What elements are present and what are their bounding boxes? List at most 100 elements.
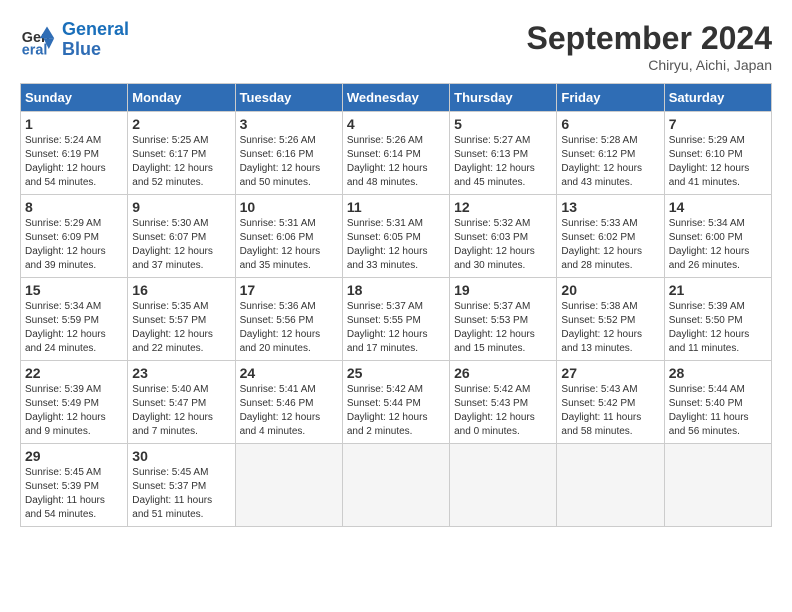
location-subtitle: Chiryu, Aichi, Japan — [527, 57, 772, 73]
day-header-tuesday: Tuesday — [235, 84, 342, 112]
day-number: 14 — [669, 199, 767, 215]
page-header: Gen eral General Blue September 2024 Chi… — [20, 20, 772, 73]
day-number: 16 — [132, 282, 230, 298]
day-info: Sunrise: 5:29 AMSunset: 6:09 PMDaylight:… — [25, 217, 123, 273]
day-number: 5 — [454, 116, 552, 132]
calendar-week-row: 29 Sunrise: 5:45 AMSunset: 5:39 PMDaylig… — [21, 444, 772, 527]
calendar-cell: 26 Sunrise: 5:42 AMSunset: 5:43 PMDaylig… — [450, 361, 557, 444]
calendar-week-row: 15 Sunrise: 5:34 AMSunset: 5:59 PMDaylig… — [21, 278, 772, 361]
month-title: September 2024 — [527, 20, 772, 57]
calendar-cell: 17 Sunrise: 5:36 AMSunset: 5:56 PMDaylig… — [235, 278, 342, 361]
day-info: Sunrise: 5:38 AMSunset: 5:52 PMDaylight:… — [561, 300, 659, 356]
logo-icon: Gen eral — [20, 22, 56, 58]
calendar-cell: 20 Sunrise: 5:38 AMSunset: 5:52 PMDaylig… — [557, 278, 664, 361]
day-info: Sunrise: 5:44 AMSunset: 5:40 PMDaylight:… — [669, 383, 767, 439]
day-info: Sunrise: 5:34 AMSunset: 5:59 PMDaylight:… — [25, 300, 123, 356]
day-info: Sunrise: 5:36 AMSunset: 5:56 PMDaylight:… — [240, 300, 338, 356]
day-number: 26 — [454, 365, 552, 381]
day-info: Sunrise: 5:29 AMSunset: 6:10 PMDaylight:… — [669, 134, 767, 190]
calendar-cell: 1 Sunrise: 5:24 AMSunset: 6:19 PMDayligh… — [21, 112, 128, 195]
day-info: Sunrise: 5:42 AMSunset: 5:44 PMDaylight:… — [347, 383, 445, 439]
day-number: 30 — [132, 448, 230, 464]
day-info: Sunrise: 5:30 AMSunset: 6:07 PMDaylight:… — [132, 217, 230, 273]
calendar-cell: 10 Sunrise: 5:31 AMSunset: 6:06 PMDaylig… — [235, 195, 342, 278]
day-info: Sunrise: 5:45 AMSunset: 5:37 PMDaylight:… — [132, 466, 230, 522]
day-info: Sunrise: 5:31 AMSunset: 6:06 PMDaylight:… — [240, 217, 338, 273]
day-info: Sunrise: 5:34 AMSunset: 6:00 PMDaylight:… — [669, 217, 767, 273]
day-number: 3 — [240, 116, 338, 132]
calendar-cell: 9 Sunrise: 5:30 AMSunset: 6:07 PMDayligh… — [128, 195, 235, 278]
day-info: Sunrise: 5:28 AMSunset: 6:12 PMDaylight:… — [561, 134, 659, 190]
calendar-cell: 24 Sunrise: 5:41 AMSunset: 5:46 PMDaylig… — [235, 361, 342, 444]
day-info: Sunrise: 5:45 AMSunset: 5:39 PMDaylight:… — [25, 466, 123, 522]
day-header-sunday: Sunday — [21, 84, 128, 112]
day-info: Sunrise: 5:43 AMSunset: 5:42 PMDaylight:… — [561, 383, 659, 439]
day-number: 2 — [132, 116, 230, 132]
calendar-cell: 29 Sunrise: 5:45 AMSunset: 5:39 PMDaylig… — [21, 444, 128, 527]
day-number: 10 — [240, 199, 338, 215]
day-number: 23 — [132, 365, 230, 381]
calendar-cell — [557, 444, 664, 527]
calendar-cell — [664, 444, 771, 527]
day-info: Sunrise: 5:39 AMSunset: 5:50 PMDaylight:… — [669, 300, 767, 356]
day-number: 8 — [25, 199, 123, 215]
day-info: Sunrise: 5:31 AMSunset: 6:05 PMDaylight:… — [347, 217, 445, 273]
day-number: 12 — [454, 199, 552, 215]
calendar-cell: 25 Sunrise: 5:42 AMSunset: 5:44 PMDaylig… — [342, 361, 449, 444]
day-number: 22 — [25, 365, 123, 381]
day-number: 9 — [132, 199, 230, 215]
day-number: 1 — [25, 116, 123, 132]
calendar-cell: 6 Sunrise: 5:28 AMSunset: 6:12 PMDayligh… — [557, 112, 664, 195]
logo: Gen eral General Blue — [20, 20, 129, 60]
day-number: 19 — [454, 282, 552, 298]
day-info: Sunrise: 5:33 AMSunset: 6:02 PMDaylight:… — [561, 217, 659, 273]
calendar-cell — [450, 444, 557, 527]
day-header-wednesday: Wednesday — [342, 84, 449, 112]
calendar-cell: 16 Sunrise: 5:35 AMSunset: 5:57 PMDaylig… — [128, 278, 235, 361]
calendar-cell: 13 Sunrise: 5:33 AMSunset: 6:02 PMDaylig… — [557, 195, 664, 278]
day-number: 4 — [347, 116, 445, 132]
day-number: 15 — [25, 282, 123, 298]
day-info: Sunrise: 5:35 AMSunset: 5:57 PMDaylight:… — [132, 300, 230, 356]
calendar-cell: 30 Sunrise: 5:45 AMSunset: 5:37 PMDaylig… — [128, 444, 235, 527]
day-number: 28 — [669, 365, 767, 381]
day-info: Sunrise: 5:26 AMSunset: 6:16 PMDaylight:… — [240, 134, 338, 190]
calendar-cell: 7 Sunrise: 5:29 AMSunset: 6:10 PMDayligh… — [664, 112, 771, 195]
day-info: Sunrise: 5:42 AMSunset: 5:43 PMDaylight:… — [454, 383, 552, 439]
calendar-cell: 2 Sunrise: 5:25 AMSunset: 6:17 PMDayligh… — [128, 112, 235, 195]
day-number: 7 — [669, 116, 767, 132]
day-info: Sunrise: 5:37 AMSunset: 5:53 PMDaylight:… — [454, 300, 552, 356]
day-info: Sunrise: 5:32 AMSunset: 6:03 PMDaylight:… — [454, 217, 552, 273]
title-block: September 2024 Chiryu, Aichi, Japan — [527, 20, 772, 73]
calendar-cell: 8 Sunrise: 5:29 AMSunset: 6:09 PMDayligh… — [21, 195, 128, 278]
calendar-cell — [342, 444, 449, 527]
day-number: 21 — [669, 282, 767, 298]
day-number: 6 — [561, 116, 659, 132]
day-info: Sunrise: 5:39 AMSunset: 5:49 PMDaylight:… — [25, 383, 123, 439]
day-info: Sunrise: 5:40 AMSunset: 5:47 PMDaylight:… — [132, 383, 230, 439]
calendar-table: SundayMondayTuesdayWednesdayThursdayFrid… — [20, 83, 772, 527]
calendar-cell: 14 Sunrise: 5:34 AMSunset: 6:00 PMDaylig… — [664, 195, 771, 278]
calendar-cell: 22 Sunrise: 5:39 AMSunset: 5:49 PMDaylig… — [21, 361, 128, 444]
day-number: 11 — [347, 199, 445, 215]
logo-line1: General — [62, 19, 129, 39]
day-header-friday: Friday — [557, 84, 664, 112]
calendar-cell: 27 Sunrise: 5:43 AMSunset: 5:42 PMDaylig… — [557, 361, 664, 444]
day-number: 29 — [25, 448, 123, 464]
calendar-cell: 23 Sunrise: 5:40 AMSunset: 5:47 PMDaylig… — [128, 361, 235, 444]
calendar-week-row: 1 Sunrise: 5:24 AMSunset: 6:19 PMDayligh… — [21, 112, 772, 195]
day-number: 24 — [240, 365, 338, 381]
day-info: Sunrise: 5:37 AMSunset: 5:55 PMDaylight:… — [347, 300, 445, 356]
calendar-cell: 11 Sunrise: 5:31 AMSunset: 6:05 PMDaylig… — [342, 195, 449, 278]
day-number: 18 — [347, 282, 445, 298]
calendar-cell: 15 Sunrise: 5:34 AMSunset: 5:59 PMDaylig… — [21, 278, 128, 361]
day-header-thursday: Thursday — [450, 84, 557, 112]
calendar-week-row: 22 Sunrise: 5:39 AMSunset: 5:49 PMDaylig… — [21, 361, 772, 444]
day-number: 27 — [561, 365, 659, 381]
calendar-cell: 28 Sunrise: 5:44 AMSunset: 5:40 PMDaylig… — [664, 361, 771, 444]
calendar-cell: 21 Sunrise: 5:39 AMSunset: 5:50 PMDaylig… — [664, 278, 771, 361]
calendar-cell: 18 Sunrise: 5:37 AMSunset: 5:55 PMDaylig… — [342, 278, 449, 361]
calendar-cell: 19 Sunrise: 5:37 AMSunset: 5:53 PMDaylig… — [450, 278, 557, 361]
day-number: 17 — [240, 282, 338, 298]
day-info: Sunrise: 5:25 AMSunset: 6:17 PMDaylight:… — [132, 134, 230, 190]
